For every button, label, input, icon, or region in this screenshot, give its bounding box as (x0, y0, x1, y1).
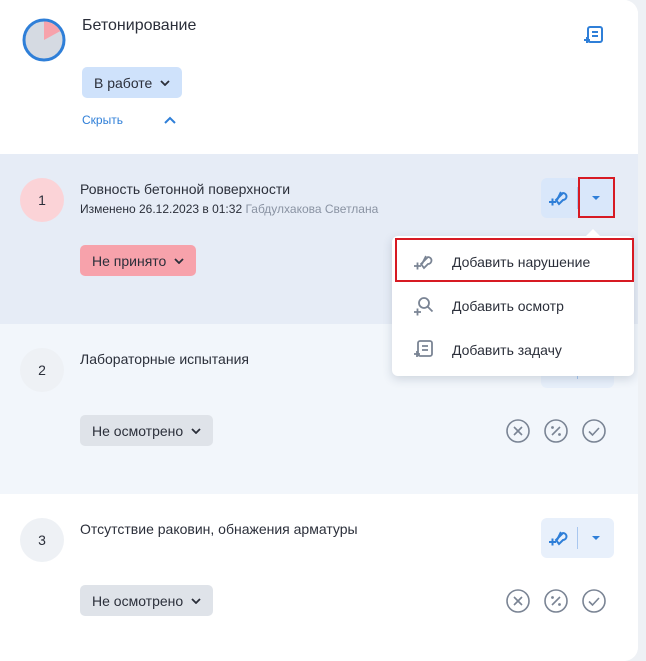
item-number-badge: 2 (20, 348, 64, 392)
menu-item-label: Добавить осмотр (452, 298, 564, 314)
progress-pie-icon (22, 18, 66, 62)
add-violation-button[interactable] (541, 518, 577, 558)
chevron-down-icon (191, 427, 201, 434)
highlight-box (395, 238, 634, 282)
item-status-select[interactable]: Не осмотрено (80, 415, 214, 446)
item-actions (505, 588, 607, 614)
item-number-badge: 1 (20, 178, 64, 222)
checklist-panel: Бетонирование В работе Скрыть 1 Ровность… (0, 0, 638, 661)
add-violation-button[interactable] (541, 178, 577, 218)
item-status-select[interactable]: Не принято (80, 245, 197, 276)
add-violation-split-button (541, 518, 614, 558)
item-author: Габдулхакова Светлана (245, 202, 379, 216)
item-status-label: Не принято (92, 252, 167, 269)
accept-icon[interactable] (581, 588, 607, 614)
add-task-icon (584, 26, 603, 43)
partial-icon[interactable] (543, 588, 569, 614)
add-violation-icon (549, 191, 568, 206)
menu-caret (585, 229, 601, 237)
item-changed-date: Изменено 26.12.2023 в 01:32 (80, 202, 243, 216)
stage-header: Бетонирование В работе Скрыть (0, 0, 638, 154)
highlight-box (578, 177, 615, 218)
item-title: Отсутствие раковин, обнажения арматуры (80, 521, 358, 537)
menu-item-add-inspection[interactable]: Добавить осмотр (392, 284, 634, 328)
chevron-down-icon (160, 79, 170, 86)
item-number-badge: 3 (20, 518, 64, 562)
item-status-select[interactable]: Не осмотрено (80, 585, 214, 616)
add-task-button[interactable] (580, 22, 608, 50)
item-meta: Изменено 26.12.2023 в 01:32 Габдулхакова… (80, 202, 378, 216)
reject-icon[interactable] (505, 588, 531, 614)
partial-icon[interactable] (543, 418, 569, 444)
item-title: Лабораторные испытания (80, 351, 249, 367)
stage-status-label: В работе (94, 74, 153, 91)
reject-icon[interactable] (505, 418, 531, 444)
add-inspection-icon (414, 297, 434, 316)
menu-item-label: Добавить задачу (452, 342, 562, 358)
item-actions (505, 418, 607, 444)
scrollbar-track[interactable] (638, 0, 646, 661)
stage-title: Бетонирование (82, 17, 197, 34)
item-title: Ровность бетонной поверхности (80, 181, 291, 197)
checklist-item: 3 Отсутствие раковин, обнажения арматуры… (0, 494, 638, 661)
accept-icon[interactable] (581, 418, 607, 444)
stage-status-select[interactable]: В работе (82, 67, 183, 98)
hide-link[interactable]: Скрыть (82, 113, 123, 127)
chevron-up-icon[interactable] (162, 112, 178, 128)
chevron-down-icon (174, 257, 184, 264)
item-status-label: Не осмотрено (92, 592, 184, 609)
add-violation-icon (549, 531, 568, 546)
item-status-label: Не осмотрено (92, 422, 184, 439)
menu-item-add-task[interactable]: Добавить задачу (392, 328, 634, 372)
caret-down-icon (592, 536, 600, 540)
add-menu-toggle[interactable] (578, 518, 614, 558)
chevron-down-icon (191, 597, 201, 604)
add-task-icon (414, 340, 433, 357)
